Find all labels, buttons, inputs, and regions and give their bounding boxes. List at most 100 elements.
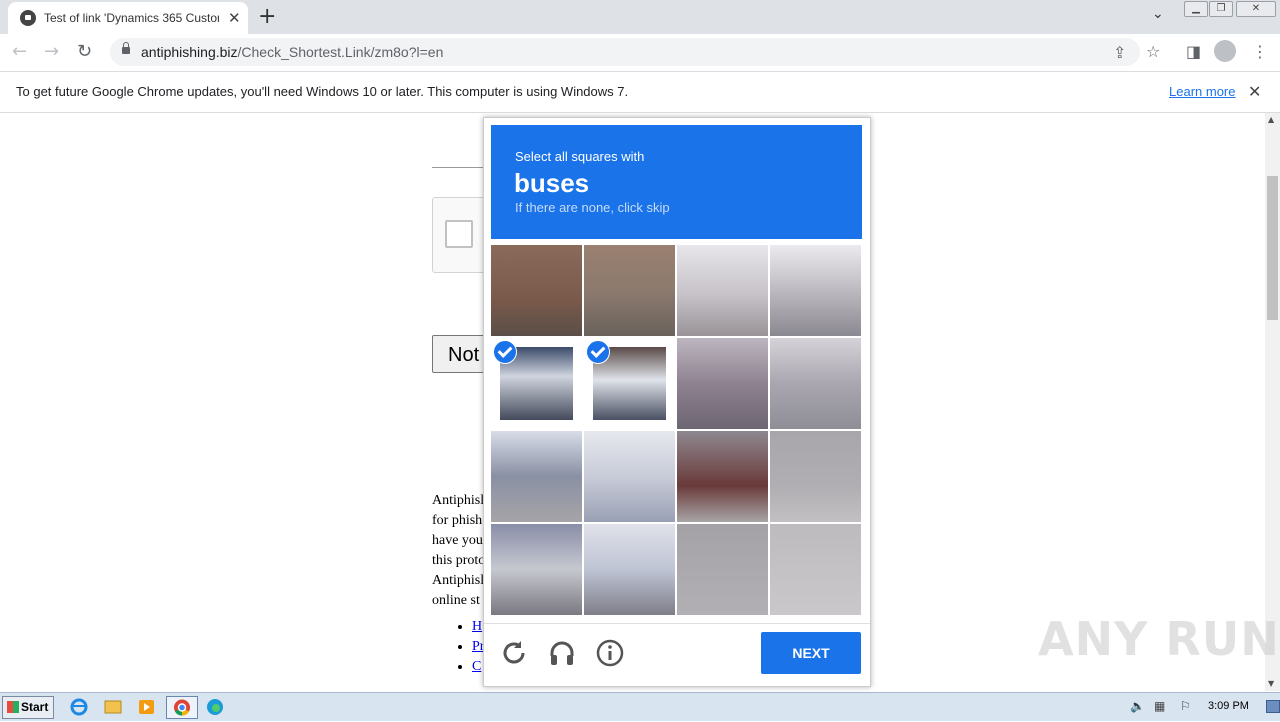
captcha-tile[interactable] bbox=[491, 245, 582, 336]
forward-arrow-icon[interactable]: → bbox=[44, 41, 59, 62]
captcha-tile[interactable] bbox=[584, 431, 675, 522]
update-infobar: To get future Google Chrome updates, you… bbox=[0, 72, 1280, 113]
network-icon[interactable]: ▦ bbox=[1154, 699, 1165, 713]
browser-toolbar: ← → ↻ antiphishing.biz/Check_Shortest.Li… bbox=[0, 34, 1280, 72]
list-link[interactable]: C bbox=[472, 659, 481, 674]
chrome-taskbar-button[interactable] bbox=[166, 696, 198, 719]
ie-icon[interactable] bbox=[66, 696, 92, 717]
learn-more-link[interactable]: Learn more bbox=[1169, 84, 1235, 99]
tab-strip: Test of link 'Dynamics 365 Customer ✕ + … bbox=[0, 0, 1280, 34]
close-window-button[interactable]: ✕ bbox=[1236, 1, 1276, 17]
tab-title: Test of link 'Dynamics 365 Customer bbox=[44, 11, 219, 25]
captcha-footer-divider bbox=[484, 623, 870, 624]
tab-close-icon[interactable]: ✕ bbox=[228, 9, 241, 27]
captcha-tile-image bbox=[770, 524, 861, 615]
site-favicon-icon bbox=[20, 10, 36, 26]
next-button[interactable]: NEXT bbox=[761, 632, 861, 674]
captcha-tile-image bbox=[584, 431, 675, 522]
windows-logo-icon bbox=[7, 701, 19, 713]
captcha-image-grid bbox=[491, 245, 862, 616]
scroll-up-icon[interactable]: ▲ bbox=[1268, 115, 1274, 124]
paragraph-line: Antiphisl bbox=[432, 493, 485, 508]
bookmark-star-icon[interactable]: ☆ bbox=[1146, 42, 1160, 61]
url-host: antiphishing.biz bbox=[141, 44, 238, 60]
captcha-target: buses bbox=[514, 168, 590, 198]
captcha-tile[interactable] bbox=[584, 245, 675, 336]
captcha-tile[interactable] bbox=[491, 338, 582, 429]
captcha-tile-image bbox=[677, 524, 768, 615]
tab-search-chevron-icon[interactable]: ⌄ bbox=[1152, 6, 1164, 22]
captcha-tile[interactable] bbox=[770, 245, 861, 336]
minimize-button[interactable]: ▁ bbox=[1184, 1, 1208, 17]
captcha-tile-image bbox=[584, 245, 675, 336]
infobar-close-icon[interactable]: ✕ bbox=[1248, 82, 1261, 101]
new-tab-button[interactable]: + bbox=[258, 4, 276, 29]
captcha-tile[interactable] bbox=[491, 431, 582, 522]
share-icon[interactable]: ⇪ bbox=[1113, 43, 1126, 62]
start-button[interactable]: Start bbox=[2, 696, 54, 719]
url-path: /Check_Shortest.Link/zm8o?l=en bbox=[237, 44, 444, 60]
captcha-tile[interactable] bbox=[677, 524, 768, 615]
paragraph-line: Antiphisl bbox=[432, 573, 485, 588]
list-link[interactable]: H bbox=[472, 619, 482, 634]
captcha-tile[interactable] bbox=[677, 245, 768, 336]
captcha-tile-image bbox=[770, 245, 861, 336]
media-player-icon[interactable] bbox=[134, 696, 160, 717]
captcha-subtext: If there are none, click skip bbox=[515, 200, 670, 215]
side-panel-icon[interactable]: ◨ bbox=[1186, 42, 1201, 61]
recaptcha-checkbox[interactable] bbox=[445, 220, 473, 248]
scroll-down-icon[interactable]: ▼ bbox=[1268, 679, 1274, 688]
anyrun-watermark: ANY RUN bbox=[1038, 612, 1280, 666]
description-paragraph: Antiphisl for phish have you this proto … bbox=[432, 491, 485, 611]
captcha-tile[interactable] bbox=[584, 338, 675, 429]
system-tray: 🔈 ▦ ⚐ bbox=[1122, 694, 1280, 720]
windows-taskbar: Start 🔈 ▦ ⚐ 3:09 PM bbox=[0, 692, 1280, 721]
captcha-instruction: Select all squares with bbox=[515, 149, 645, 164]
captcha-tile[interactable] bbox=[584, 524, 675, 615]
edge-icon[interactable] bbox=[202, 696, 228, 717]
back-arrow-icon[interactable]: ← bbox=[12, 41, 27, 62]
captcha-tile[interactable] bbox=[770, 524, 861, 615]
captcha-tile[interactable] bbox=[770, 431, 861, 522]
captcha-tile[interactable] bbox=[770, 338, 861, 429]
start-label: Start bbox=[21, 700, 49, 714]
paragraph-line: this proto bbox=[432, 553, 486, 568]
info-icon[interactable] bbox=[595, 638, 625, 668]
profile-avatar[interactable] bbox=[1214, 40, 1236, 62]
audio-challenge-icon[interactable] bbox=[547, 638, 577, 668]
volume-icon[interactable]: 🔈 bbox=[1130, 699, 1145, 713]
captcha-tile[interactable] bbox=[677, 338, 768, 429]
captcha-challenge: Select all squares with buses If there a… bbox=[483, 117, 871, 687]
captcha-tile-image bbox=[491, 245, 582, 336]
show-desktop-icon[interactable] bbox=[1266, 700, 1280, 713]
action-center-flag-icon[interactable]: ⚐ bbox=[1180, 699, 1191, 713]
paragraph-line: have you bbox=[432, 533, 483, 548]
reload-icon[interactable]: ↻ bbox=[77, 41, 92, 62]
captcha-tile-image bbox=[677, 431, 768, 522]
reload-challenge-icon[interactable] bbox=[499, 638, 529, 668]
selected-check-icon bbox=[586, 340, 610, 364]
url-text[interactable]: antiphishing.biz/Check_Shortest.Link/zm8… bbox=[141, 44, 443, 60]
paragraph-line: for phish bbox=[432, 513, 483, 528]
captcha-tile-image bbox=[677, 338, 768, 429]
clock[interactable]: 3:09 PM bbox=[1208, 700, 1249, 712]
address-bar[interactable]: antiphishing.biz/Check_Shortest.Link/zm8… bbox=[110, 38, 1140, 66]
browser-tab[interactable]: Test of link 'Dynamics 365 Customer ✕ bbox=[8, 2, 248, 34]
lock-icon[interactable] bbox=[122, 42, 130, 54]
captcha-tile-image bbox=[770, 431, 861, 522]
scrollbar-thumb[interactable] bbox=[1267, 176, 1278, 320]
restore-button[interactable]: ❐ bbox=[1209, 1, 1233, 17]
captcha-tile-image bbox=[677, 245, 768, 336]
captcha-header: Select all squares with buses If there a… bbox=[491, 125, 862, 239]
file-explorer-icon[interactable] bbox=[100, 696, 126, 717]
captcha-tile-image bbox=[491, 524, 582, 615]
captcha-tile-image bbox=[584, 524, 675, 615]
menu-kebab-icon[interactable]: ⋮ bbox=[1252, 42, 1268, 61]
captcha-tile-image bbox=[770, 338, 861, 429]
captcha-tile-image bbox=[491, 431, 582, 522]
selected-check-icon bbox=[493, 340, 517, 364]
infobar-message: To get future Google Chrome updates, you… bbox=[16, 84, 629, 99]
link-list: H Pr C bbox=[432, 617, 484, 677]
captcha-tile[interactable] bbox=[677, 431, 768, 522]
captcha-tile[interactable] bbox=[491, 524, 582, 615]
